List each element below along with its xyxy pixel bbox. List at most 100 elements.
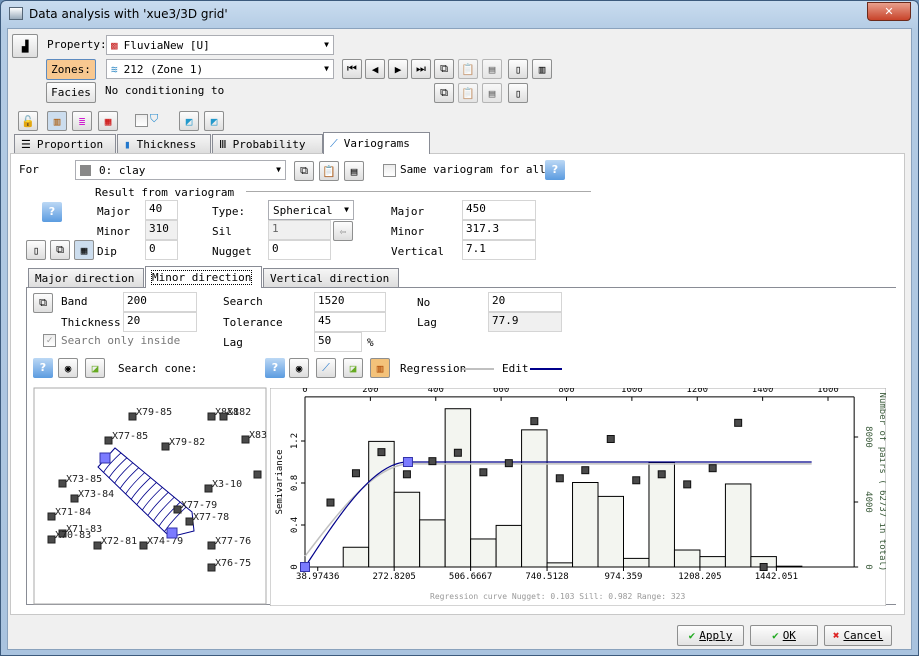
well-marker (161, 442, 170, 451)
semivariance-point (632, 476, 641, 485)
semivariance-point (734, 418, 743, 427)
well-label: X77-76 (215, 536, 251, 547)
y-tick-label: 0.4 (290, 517, 300, 533)
well-label: X77-79 (181, 500, 217, 511)
bottom-tick-label: 740.5128 (525, 572, 568, 582)
pairs-bar (495, 524, 523, 568)
well-label: X79-85 (136, 407, 172, 418)
well-label: X72-81 (101, 536, 137, 547)
curve-handle[interactable] (300, 562, 310, 572)
well-label: X74-79 (147, 536, 183, 547)
y2-tick-label: 8000 (863, 426, 873, 448)
well-label: X73-84 (78, 489, 114, 500)
well-marker (207, 541, 216, 550)
well-label: X79-82 (169, 437, 205, 448)
well-label: X83 (249, 430, 267, 441)
bottom-tick-label: 1208.205 (678, 572, 721, 582)
well-marker (173, 505, 182, 514)
pairs-bar (622, 557, 650, 568)
well-marker (219, 412, 228, 421)
top-tick-label: 1400 (752, 388, 774, 395)
well-marker (93, 541, 102, 550)
bottom-tick-label: 272.8205 (372, 572, 415, 582)
semivariance-point (530, 417, 539, 426)
well-marker (241, 435, 250, 444)
pairs-bar (470, 538, 497, 568)
semivariance-point (453, 448, 462, 457)
well-marker (207, 563, 216, 572)
well-label: X3-10 (212, 479, 242, 490)
bottom-tick-label: 506.6667 (449, 572, 492, 582)
tab-minor-direction[interactable]: Minor direction (145, 266, 262, 288)
semivariance-point (351, 469, 360, 478)
cancel-button[interactable]: ✖ Cancel (824, 625, 892, 646)
well-label: X77-85 (112, 431, 148, 442)
semivariance-point (581, 466, 590, 475)
pairs-bar (572, 482, 599, 568)
top-tick-label: 600 (493, 388, 509, 395)
semivariance-point (708, 464, 717, 473)
x-icon: ✖ (832, 629, 840, 642)
well-marker (47, 535, 56, 544)
pairs-bar (342, 546, 370, 568)
well-label: X77-78 (193, 512, 229, 523)
top-tick-label: 1200 (686, 388, 708, 395)
bottom-tick-label: 38.97436 (296, 572, 339, 582)
well-marker (128, 412, 137, 421)
well-label: X71-84 (55, 507, 91, 518)
y-axis-label: Semivariance (275, 449, 285, 514)
semivariance-point (326, 498, 335, 507)
pairs-bar (699, 556, 726, 568)
semivariance-point (377, 448, 386, 457)
curve-handle[interactable] (402, 457, 413, 467)
well-marker (204, 484, 213, 493)
pairs-bar (393, 491, 421, 568)
tab-variograms[interactable]: ⟋ Variograms (323, 132, 430, 154)
semivariance-point (657, 470, 666, 479)
well-marker (47, 512, 56, 521)
cancel-label: Cancel (843, 629, 884, 642)
pairs-bar (597, 495, 624, 568)
well-label: X76-75 (215, 558, 251, 569)
pairs-bar (673, 549, 701, 568)
pairs-bar (419, 519, 446, 568)
semivariance-point (428, 457, 437, 466)
semivariance-point (504, 459, 513, 468)
well-label: &1 (227, 407, 239, 418)
semivariance-point (555, 474, 564, 483)
variogram-chart[interactable]: 0 200 400 600 800 1000 1200 1400 1600 38.97436 272… (270, 388, 886, 606)
variogram-icon: ⟋ (330, 136, 338, 150)
tab-label: Variograms (343, 137, 410, 150)
well-marker (104, 436, 113, 445)
bottom-tick-label: 1442.051 (755, 572, 798, 582)
well-label: X70-83 (55, 530, 91, 541)
top-tick-label: 400 (428, 388, 444, 395)
pairs-bar (724, 483, 752, 568)
y2-tick-label: 4000 (863, 491, 873, 513)
well-marker (139, 541, 148, 550)
ok-label: OK (782, 629, 796, 642)
y-tick-label: 1.2 (290, 433, 300, 449)
well-marker (207, 412, 216, 421)
ok-button[interactable]: ✔ OK (750, 625, 818, 646)
apply-button[interactable]: ✔ Apply (677, 625, 744, 646)
apply-label: Apply (699, 629, 733, 642)
tab-label: Minor direction (150, 270, 253, 285)
top-tick-label: 1600 (817, 388, 839, 395)
semivariance-point (402, 470, 411, 479)
pairs-bar (521, 429, 548, 568)
top-tick-label: 800 (558, 388, 574, 395)
pairs-bar (546, 562, 574, 568)
top-tick-label: 0 (302, 388, 307, 395)
cone-handle[interactable] (166, 527, 178, 539)
semivariance-point (479, 468, 488, 477)
pairs-bar (444, 408, 472, 568)
top-tick-label: 200 (362, 388, 378, 395)
well-marker (58, 479, 67, 488)
cone-handle[interactable] (99, 452, 111, 464)
semivariance-point (683, 480, 692, 489)
well-marker (185, 517, 194, 526)
top-tick-label: 1000 (621, 388, 643, 395)
regression-summary: Regression curve Nugget: 0.103 Sill: 0.9… (430, 592, 685, 601)
pairs-bar (368, 440, 395, 568)
